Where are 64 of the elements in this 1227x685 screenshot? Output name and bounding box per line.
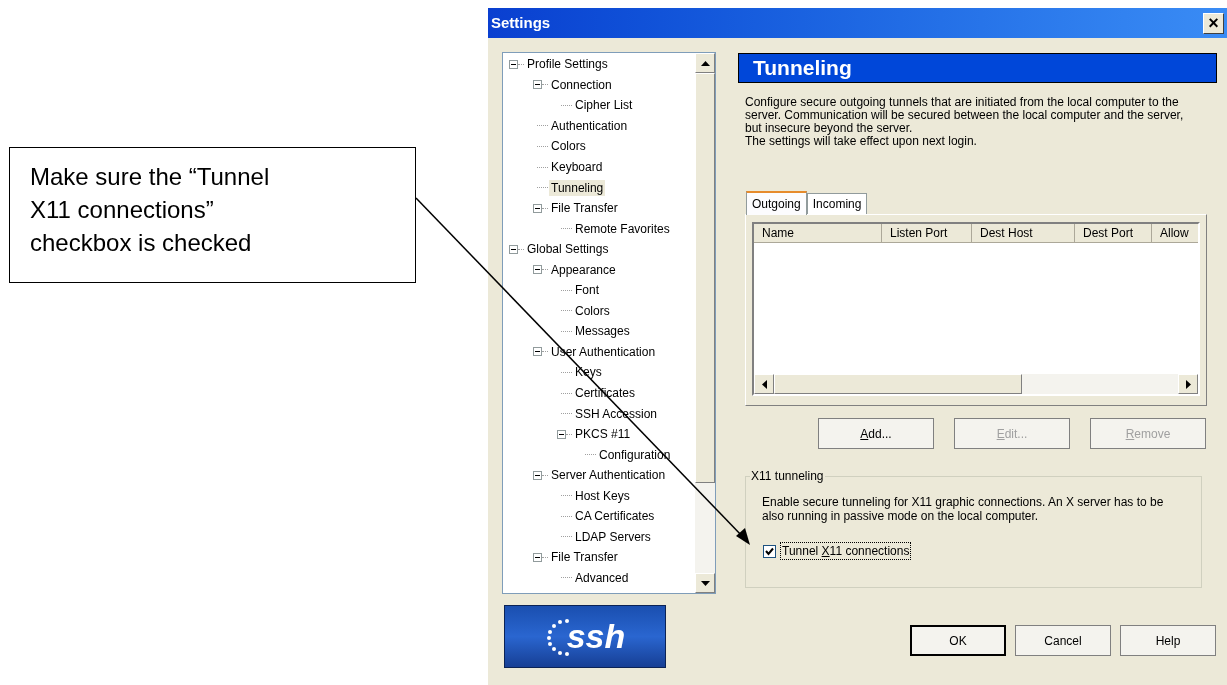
tree-item[interactable]: Tunneling (549, 179, 606, 196)
column-header[interactable]: Allow (1152, 224, 1198, 243)
column-header[interactable]: Dest Port (1075, 224, 1152, 243)
column-header[interactable]: Name (754, 224, 882, 243)
collapse-icon[interactable] (509, 59, 518, 69)
tree-item[interactable]: Cipher List (573, 97, 635, 114)
tree-item[interactable]: Global Settings (525, 241, 611, 258)
list-button[interactable]: Add... (818, 418, 934, 449)
left-arrow-icon (761, 379, 767, 389)
collapse-icon[interactable] (533, 80, 542, 90)
scroll-thumb[interactable] (695, 73, 715, 483)
collapse-icon[interactable] (509, 244, 518, 254)
scroll-thumb[interactable] (774, 374, 1022, 394)
checkbox-label[interactable]: Tunnel X11 connections (780, 542, 912, 560)
tab[interactable]: Outgoing (746, 191, 807, 215)
group-description: Enable secure tunneling for X11 graphic connections. An X server has to be also running in passive mode on the local computer. (762, 495, 1165, 523)
scroll-right-button[interactable] (1178, 374, 1198, 394)
dialog-button[interactable]: Help (1120, 625, 1216, 656)
scroll-up-button[interactable] (695, 53, 715, 73)
scroll-left-button[interactable] (754, 374, 774, 394)
dialog-button[interactable]: OK (910, 625, 1006, 656)
column-header[interactable]: Listen Port (882, 224, 972, 243)
tree-item[interactable]: LDAP Servers (573, 528, 653, 545)
tree-item[interactable]: File Transfer (549, 200, 620, 217)
tree-item[interactable]: Connection (549, 76, 614, 93)
collapse-icon[interactable] (533, 347, 542, 357)
collapse-icon[interactable] (557, 429, 566, 439)
tree-item[interactable]: PKCS #11 (573, 426, 633, 443)
collapse-icon[interactable] (533, 203, 542, 213)
horizontal-scrollbar[interactable] (754, 374, 1198, 394)
dialog-button[interactable]: Cancel (1015, 625, 1111, 656)
tree-item[interactable]: CA Certificates (573, 508, 657, 525)
tree-item[interactable]: Appearance (549, 261, 618, 278)
panel-header: Tunneling (738, 53, 1217, 83)
window-title: Settings (491, 12, 551, 33)
checkbox[interactable] (763, 544, 776, 558)
down-arrow-icon (700, 580, 710, 586)
tree-item[interactable]: Font (573, 282, 601, 299)
tree-item[interactable]: Authentication (549, 117, 630, 134)
vertical-scrollbar[interactable] (695, 53, 715, 593)
logo-text: ssh (566, 616, 626, 657)
column-header[interactable]: Dest Host (972, 224, 1075, 243)
tree-item[interactable]: Advanced (573, 569, 631, 586)
tree-item[interactable]: File Transfer (549, 549, 620, 566)
tab[interactable]: Incoming (806, 193, 868, 214)
panel-description: Configure secure outgoing tunnels that are initiated from the local computer to the server. Communication will be secured between the local computer and the server, but insecure beyond the server. The settings will take effect upon next login. (745, 96, 1185, 148)
scroll-down-button[interactable] (695, 573, 715, 593)
collapse-icon[interactable] (533, 552, 542, 562)
tree-item[interactable]: Messages (573, 323, 632, 340)
collapse-icon[interactable] (533, 470, 542, 480)
close-button[interactable]: × (1203, 12, 1224, 34)
tree-item[interactable]: Colors (549, 138, 588, 155)
group-title: X11 tunneling (750, 468, 825, 484)
callout-text: Make sure the “Tunnel X11 connections” checkbox is checked (30, 162, 271, 258)
tree-item[interactable]: Profile Settings (525, 56, 610, 73)
collapse-icon[interactable] (533, 265, 542, 275)
tree-item[interactable]: Keyboard (549, 159, 605, 175)
tree-item[interactable]: Server Authentication (549, 467, 668, 484)
tree-item[interactable]: Host Keys (573, 487, 632, 504)
tree-item[interactable]: Colors (573, 302, 612, 319)
tunnel-list[interactable]: Name Listen Port Dest Host Dest Port Allow (752, 222, 1200, 396)
right-arrow-icon (1185, 379, 1191, 389)
tree-item[interactable]: Remote Favorites (573, 220, 672, 237)
up-arrow-icon (700, 60, 710, 66)
